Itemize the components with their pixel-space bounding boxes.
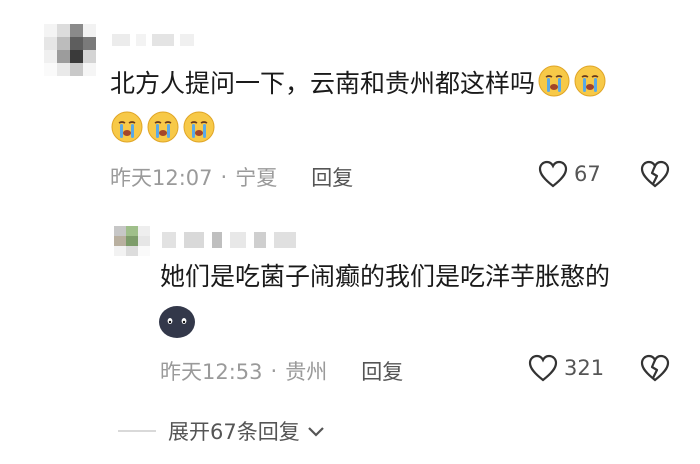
- comment-time: 昨天12:07: [110, 166, 213, 190]
- heart-icon: [538, 160, 568, 188]
- crying-face-emoji: [146, 110, 180, 144]
- expand-replies-label: 展开67条回复: [168, 420, 300, 444]
- reply-dislike-button[interactable]: [640, 354, 670, 382]
- crying-face-emoji: [573, 64, 607, 98]
- like-count: 67: [574, 162, 601, 186]
- heart-icon: [528, 354, 558, 382]
- username-blurred[interactable]: [112, 32, 222, 48]
- reply-avatar[interactable]: [114, 226, 150, 256]
- comment-text-body: 北方人提问一下，云南和贵州都这样吗: [110, 69, 536, 98]
- reply-reply-button[interactable]: 回复: [361, 356, 403, 386]
- avatar[interactable]: [44, 24, 96, 76]
- expand-replies-button[interactable]: 展开67条回复: [118, 416, 326, 446]
- chevron-down-icon: [307, 427, 324, 437]
- broken-heart-icon: [640, 354, 670, 382]
- reply-button[interactable]: 回复: [311, 162, 353, 192]
- separator-dot: ·: [270, 359, 278, 383]
- comment-text: 北方人提问一下，云南和贵州都这样吗: [110, 64, 607, 103]
- reply-time: 昨天12:53: [160, 360, 263, 384]
- crying-face-emoji: [182, 110, 216, 144]
- comment-location: 宁夏: [235, 166, 278, 190]
- crying-face-emoji: [537, 64, 571, 98]
- crying-face-emoji: [110, 110, 144, 144]
- reply-meta: 昨天12:53 · 贵州 回复: [160, 356, 403, 386]
- reply-like-button[interactable]: 321: [528, 354, 604, 382]
- like-button[interactable]: 67: [538, 160, 601, 188]
- reply-username-blurred[interactable]: [162, 230, 302, 250]
- separator-dot: ·: [220, 165, 228, 189]
- divider-line: [118, 430, 156, 432]
- dislike-button[interactable]: [640, 160, 670, 188]
- reply-location: 贵州: [285, 360, 328, 384]
- reply-text: 她们是吃菌子闹癫的我们是吃洋芋胀憨的: [160, 262, 611, 291]
- reply-like-count: 321: [564, 356, 605, 380]
- emoji-row: [108, 110, 216, 144]
- broken-heart-icon: [640, 160, 670, 188]
- comment-meta: 昨天12:07 · 宁夏 回复: [110, 162, 353, 192]
- dark-blob-emoji: [158, 304, 196, 344]
